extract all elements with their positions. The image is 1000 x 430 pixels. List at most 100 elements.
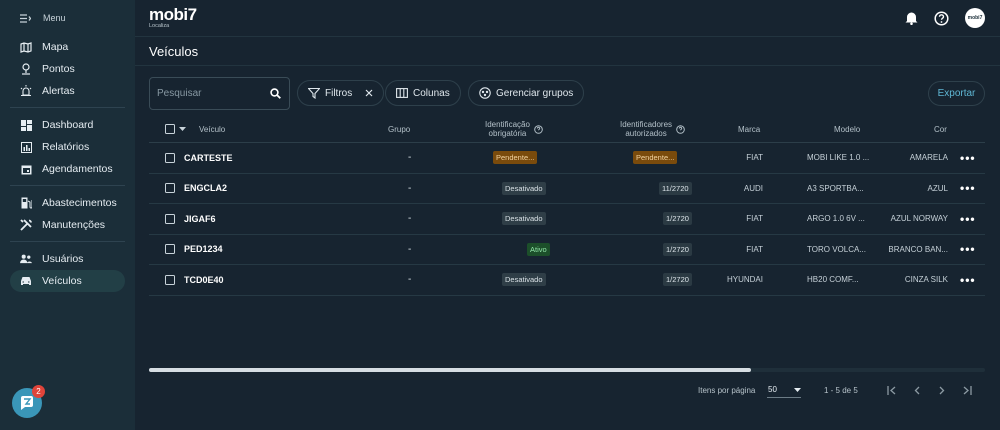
sidebar-item-dashboard[interactable]: Dashboard <box>10 114 125 136</box>
menu-collapse-icon <box>20 13 31 23</box>
sidebar-item-label: Dashboard <box>42 119 94 131</box>
more-actions-button[interactable]: ••• <box>960 174 976 204</box>
items-per-page-select[interactable]: 50 <box>767 382 801 398</box>
vehicle-plate[interactable]: ENGCLA2 <box>184 174 227 204</box>
groups-icon <box>479 87 491 99</box>
chevron-down-icon[interactable] <box>179 127 186 131</box>
more-actions-button[interactable]: ••• <box>960 204 976 234</box>
row-checkbox[interactable] <box>165 183 175 194</box>
table-header-row: Veículo Grupo Identificação obrigatória … <box>149 116 985 143</box>
map-icon <box>20 41 32 53</box>
menu-toggle[interactable]: Menu <box>0 0 135 36</box>
sidebar-item-usuarios[interactable]: Usuários <box>10 248 125 270</box>
vehicle-color: AMARELA <box>909 153 948 163</box>
row-checkbox[interactable] <box>165 152 175 163</box>
sidebar-item-label: Manutenções <box>42 219 106 231</box>
divider <box>10 185 125 186</box>
search-box <box>149 77 290 110</box>
row-checkbox[interactable] <box>165 244 175 255</box>
manage-groups-button[interactable]: Gerenciar grupos <box>468 80 585 106</box>
status-badge: Desativado <box>502 212 546 226</box>
filters-button[interactable]: Filtros <box>297 80 385 106</box>
users-icon <box>20 253 32 265</box>
previous-page-button[interactable] <box>910 383 924 397</box>
toolbar: Filtros Colunas Gerenciar grupos Exporta… <box>149 77 985 110</box>
brand-logo[interactable]: mobi7 Localiza <box>149 6 197 30</box>
more-actions-button[interactable]: ••• <box>960 265 976 295</box>
row-checkbox[interactable] <box>165 274 175 285</box>
tools-icon <box>20 219 32 231</box>
clear-filters-icon[interactable] <box>365 89 373 97</box>
sidebar-item-abastecimentos[interactable]: Abastecimentos <box>10 192 125 214</box>
filters-label: Filtros <box>325 87 353 99</box>
sidebar-item-label: Veículos <box>42 275 82 287</box>
search-input[interactable] <box>157 88 257 99</box>
next-page-button[interactable] <box>935 383 949 397</box>
help-icon[interactable] <box>676 124 685 134</box>
select-all-control[interactable] <box>165 116 186 142</box>
count-badge: 1/2720 <box>663 273 692 287</box>
chevron-down-icon <box>794 387 801 392</box>
header-model[interactable]: Modelo <box>834 116 860 142</box>
table-row[interactable]: PED1234 - Ativo 1/2720 FIAT TORO VOLCA..… <box>149 235 985 265</box>
sidebar-item-label: Abastecimentos <box>42 197 117 209</box>
header-authorized-ids[interactable]: Identificadores autorizados <box>620 116 685 142</box>
header-group[interactable]: Grupo <box>388 116 410 142</box>
last-page-button[interactable] <box>960 383 974 397</box>
vehicle-group: - <box>408 182 412 194</box>
table-row[interactable]: JIGAF6 - Desativado 1/2720 FIAT ARGO 1.0… <box>149 204 985 235</box>
alert-icon <box>20 85 32 97</box>
items-per-page-label: Itens por página <box>698 386 756 395</box>
select-all-checkbox[interactable] <box>165 124 175 134</box>
vehicle-plate[interactable]: TCD0E40 <box>184 265 224 295</box>
help-icon[interactable] <box>934 10 949 26</box>
count-badge: 11/2720 <box>659 181 692 195</box>
vehicle-model: HB20 COMF... <box>807 275 859 285</box>
header-brand[interactable]: Marca <box>738 116 760 142</box>
table-row[interactable]: CARTESTE - Pendente... Pendente... FIAT … <box>149 143 985 174</box>
search-icon[interactable] <box>270 88 281 99</box>
vehicle-color: BRANCO BAN... <box>888 244 948 254</box>
header-vehicle[interactable]: Veículo <box>199 116 225 142</box>
chevron-right-icon <box>939 386 945 394</box>
export-button[interactable]: Exportar <box>928 81 985 106</box>
row-checkbox[interactable] <box>165 213 175 224</box>
first-page-button[interactable] <box>885 383 899 397</box>
header-authorized-ids-text: Identificadores autorizados <box>620 120 672 138</box>
sidebar-item-relatorios[interactable]: Relatórios <box>10 136 125 158</box>
vehicle-group: - <box>408 274 412 286</box>
items-per-page-value: 50 <box>768 385 777 394</box>
scrollbar-thumb[interactable] <box>149 368 751 372</box>
help-icon[interactable] <box>534 124 543 134</box>
car-icon <box>20 275 32 287</box>
sidebar-item-label: Relatórios <box>42 141 90 153</box>
table-row[interactable]: TCD0E40 - Desativado 1/2720 HYUNDAI HB20… <box>149 265 985 296</box>
sidebar-item-alertas[interactable]: Alertas <box>10 80 125 102</box>
sidebar-item-pontos[interactable]: Pontos <box>10 58 125 80</box>
sidebar-item-manutencoes[interactable]: Manutenções <box>10 214 125 236</box>
header-color[interactable]: Cor <box>934 116 947 142</box>
columns-button[interactable]: Colunas <box>385 80 461 106</box>
vehicle-plate[interactable]: PED1234 <box>184 235 223 265</box>
vehicle-plate[interactable]: JIGAF6 <box>184 204 216 234</box>
sidebar-item-veiculos[interactable]: Veículos <box>10 270 125 292</box>
avatar[interactable]: mobi7 <box>965 8 985 28</box>
table-row[interactable]: ENGCLA2 - Desativado 11/2720 AUDI A3 SPO… <box>149 174 985 204</box>
sidebar-item-agendamentos[interactable]: Agendamentos <box>10 158 125 180</box>
columns-label: Colunas <box>413 87 450 99</box>
vehicle-model: TORO VOLCA... <box>807 244 866 254</box>
horizontal-scrollbar[interactable] <box>149 368 985 372</box>
sidebar-item-mapa[interactable]: Mapa <box>10 36 125 58</box>
first-page-icon <box>887 385 896 395</box>
header-mandatory-id[interactable]: Identificação obrigatória <box>485 116 543 142</box>
vehicle-plate[interactable]: CARTESTE <box>184 143 233 173</box>
sidebar-item-label: Agendamentos <box>42 163 113 175</box>
chevron-left-icon <box>914 386 920 394</box>
vehicle-color: AZUL <box>927 183 948 193</box>
more-actions-button[interactable]: ••• <box>960 143 976 173</box>
bell-icon[interactable] <box>905 11 918 25</box>
status-badge: Pendente... <box>493 151 538 165</box>
vehicle-group: - <box>408 152 412 164</box>
more-actions-button[interactable]: ••• <box>960 235 976 265</box>
avatar-text: mobi7 <box>967 15 983 21</box>
